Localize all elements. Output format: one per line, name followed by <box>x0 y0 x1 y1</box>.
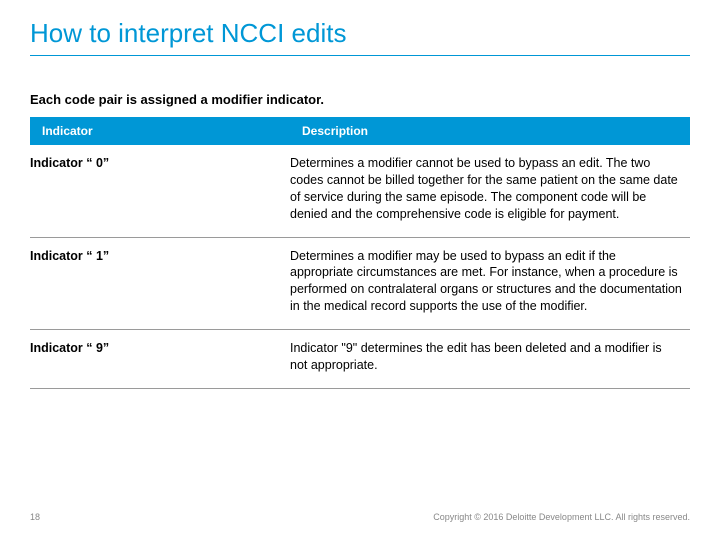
table-row: Indicator “ 0” Determines a modifier can… <box>30 145 690 237</box>
cell-description: Determines a modifier cannot be used to … <box>290 145 690 237</box>
footer: 18 Copyright © 2016 Deloitte Development… <box>30 512 690 522</box>
page-title: How to interpret NCCI edits <box>30 18 690 49</box>
cell-description: Indicator "9" determines the edit has be… <box>290 330 690 389</box>
table-row: Indicator “ 1” Determines a modifier may… <box>30 237 690 330</box>
indicator-table: Indicator Description Indicator “ 0” Det… <box>30 117 690 389</box>
header-indicator: Indicator <box>30 117 290 145</box>
page-number: 18 <box>30 512 40 522</box>
table-header-row: Indicator Description <box>30 117 690 145</box>
cell-indicator: Indicator “ 1” <box>30 237 290 330</box>
table-row: Indicator “ 9” Indicator "9" determines … <box>30 330 690 389</box>
header-description: Description <box>290 117 690 145</box>
title-underline <box>30 55 690 56</box>
slide: How to interpret NCCI edits Each code pa… <box>0 0 720 540</box>
intro-text: Each code pair is assigned a modifier in… <box>30 92 690 107</box>
cell-indicator: Indicator “ 9” <box>30 330 290 389</box>
cell-description: Determines a modifier may be used to byp… <box>290 237 690 330</box>
copyright: Copyright © 2016 Deloitte Development LL… <box>433 512 690 522</box>
cell-indicator: Indicator “ 0” <box>30 145 290 237</box>
